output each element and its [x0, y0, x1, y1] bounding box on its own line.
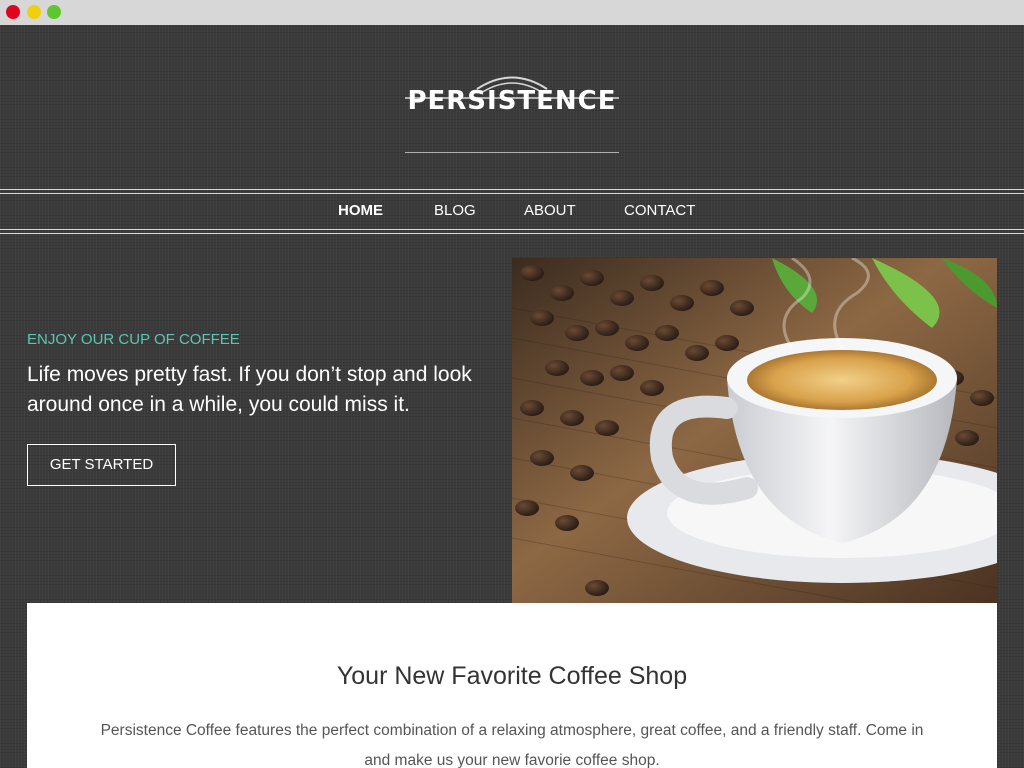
get-started-button[interactable]: GET STARTED [27, 444, 176, 486]
intro-section: Your New Favorite Coffee Shop Persistenc… [27, 603, 997, 768]
hero-eyebrow: ENJOY OUR CUP OF COFFEE [27, 331, 240, 348]
section-description: Persistence Coffee features the perfect … [100, 722, 924, 768]
hero-tagline: Life moves pretty fast. If you don’t sto… [27, 363, 472, 416]
maximize-window-button[interactable] [47, 5, 61, 19]
coffee-cup-illustration [512, 258, 997, 603]
nav-item-about[interactable]: ABOUT [524, 202, 576, 220]
main-navigation: HOME BLOG ABOUT CONTACT [0, 199, 1024, 223]
logo-wordmark: PERSISTENCE [407, 86, 617, 116]
nav-item-blog[interactable]: BLOG [434, 202, 476, 220]
browser-title-bar [0, 0, 1024, 26]
close-window-button[interactable] [6, 5, 20, 19]
hero-coffee-image [512, 258, 997, 603]
minimize-window-button[interactable] [27, 5, 41, 19]
section-title: Your New Favorite Coffee Shop [336, 662, 688, 690]
website-page: PERSISTENCE HOME BLOG ABOUT CONTACT ENJO… [0, 25, 1024, 768]
site-logo[interactable]: PERSISTENCE [405, 49, 619, 153]
nav-item-home[interactable]: HOME [338, 202, 383, 220]
nav-item-contact[interactable]: CONTACT [624, 202, 695, 220]
